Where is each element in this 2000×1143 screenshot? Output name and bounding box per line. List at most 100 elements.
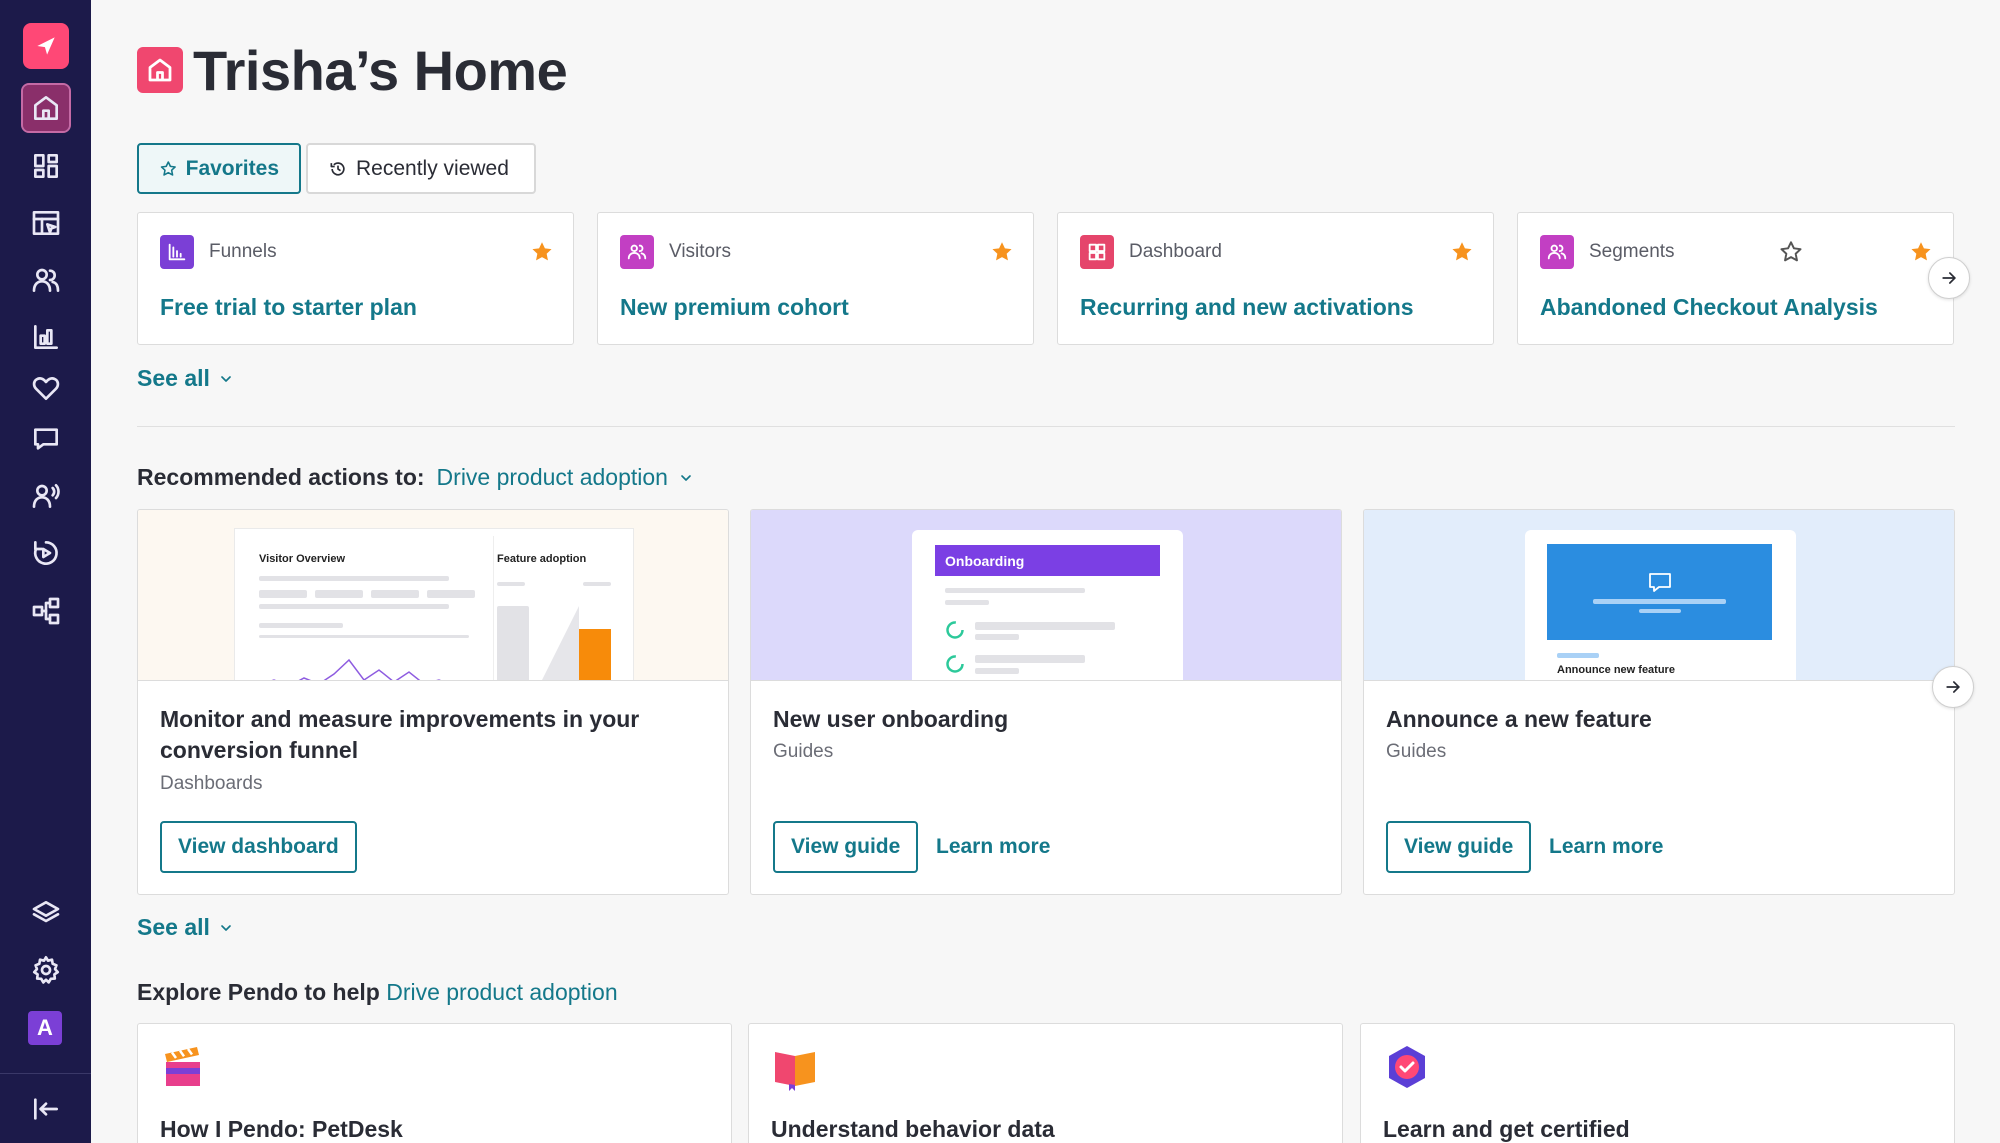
nav-people[interactable] [23,257,69,303]
feedback-voice-icon [32,484,60,508]
onboarding-preview-image: Onboarding [751,510,1341,681]
view-guide-button[interactable]: View guide [1386,821,1532,873]
nav-dashboards[interactable] [23,143,69,189]
preview-label: Visitor Overview [259,553,346,565]
chevron-down-icon [221,375,231,382]
visitors-icon [620,235,654,269]
recommendation-card: Visitor Overview Feature adoption Monito… [137,509,729,895]
star-filled-icon[interactable] [529,239,555,265]
favorite-card[interactable]: Visitors New premium cohort [597,212,1034,345]
explore-card-title: How I Pendo: PetDesk [160,1116,403,1142]
tab-label: Favorites [185,156,279,180]
nav-settings[interactable] [23,947,69,993]
pendo-logo-icon[interactable] [23,23,69,69]
chevron-down-icon [681,474,691,481]
product-pointer-icon [32,211,60,235]
recommended-next-button[interactable] [1932,666,1974,708]
segments-icon [1540,235,1574,269]
home-icon [34,96,58,120]
recommendation-category: Guides [1386,741,1447,762]
favorite-card[interactable]: Funnels Free trial to starter plan [137,212,574,345]
nav-guides[interactable] [23,416,69,462]
favorites-next-button[interactable] [1928,257,1970,299]
recommendation-title: New user onboarding [773,706,1009,732]
favorite-type: Segments [1589,241,1675,262]
explore-heading: Explore Pendo to help Drive product adop… [137,979,618,1006]
star-filled-icon[interactable] [989,239,1015,265]
home-title-icon [137,47,183,93]
goal-dropdown[interactable]: Drive product adoption [437,464,694,491]
favorite-type: Funnels [209,241,277,262]
collapse-sidebar-button[interactable] [23,1086,69,1132]
arrow-right-icon [1946,681,1960,693]
tab-favorites[interactable]: Favorites [137,143,301,194]
star-outline-icon[interactable] [1778,239,1804,265]
dashboard-grid-icon [33,154,58,178]
star-icon [160,160,176,176]
view-dashboard-button[interactable]: View dashboard [160,821,357,873]
people-icon [32,268,60,292]
explore-card[interactable]: Understand behavior data [748,1023,1343,1143]
nav-feedback[interactable] [23,473,69,519]
explore-goal-link[interactable]: Drive product adoption [386,979,617,1005]
favorite-title-link[interactable]: Recurring and new activations [1080,294,1414,321]
nav-analytics[interactable] [23,314,69,360]
preview-label: Onboarding [945,553,1025,569]
recommendation-title: Monitor and measure improvements in your… [160,706,640,763]
replay-icon [33,541,58,565]
explore-card-title: Learn and get certified [1383,1116,1630,1142]
bar-chart-icon [34,325,58,349]
star-filled-icon[interactable] [1449,239,1475,265]
favorite-type: Dashboard [1129,241,1222,262]
star-filled-icon[interactable] [1908,239,1934,265]
collapse-sidebar-icon [34,1098,58,1120]
account-avatar[interactable]: A [28,1011,62,1045]
recommendation-category: Dashboards [160,773,263,794]
learn-more-link[interactable]: Learn more [1549,835,1663,859]
chevron-down-icon [221,924,231,931]
favorite-title-link[interactable]: Free trial to starter plan [160,294,417,321]
see-all-label: See all [137,365,210,391]
announce-preview-image: Announce new feature [1364,510,1954,681]
nav-sentiment[interactable] [23,365,69,411]
nav-replay[interactable] [23,530,69,576]
dashboard-icon [1080,235,1114,269]
section-divider [137,426,1955,427]
preview-label: Feature adoption [497,553,587,565]
nav-home[interactable] [21,83,71,133]
goal-dropdown-label: Drive product adoption [436,464,668,490]
tab-label: Recently viewed [356,156,509,180]
explore-card[interactable]: Learn and get certified [1360,1023,1955,1143]
favorite-title-link[interactable]: New premium cohort [620,294,849,321]
sidebar-divider [0,1073,91,1074]
explore-card[interactable]: How I Pendo: PetDesk [137,1023,732,1143]
explore-card-title: Understand behavior data [771,1116,1055,1142]
page-title: Trisha’s Home [193,39,568,102]
book-icon [775,1052,815,1091]
nav-workflows[interactable] [23,588,69,634]
nav-integrations[interactable] [23,890,69,936]
favorites-see-all-link[interactable]: See all [137,365,234,392]
favorite-card[interactable]: Dashboard Recurring and new activations [1057,212,1494,345]
recommended-prefix: Recommended actions to: [137,464,425,490]
heart-icon [32,377,60,400]
message-icon [34,428,58,450]
explore-prefix: Explore Pendo to help [137,979,380,1005]
workflow-icon [32,597,60,625]
recommendation-title: Announce a new feature [1386,706,1652,732]
favorite-card[interactable]: Segments Abandoned Checkout Analysis [1517,212,1954,345]
learn-more-link[interactable]: Learn more [936,835,1050,859]
recommendation-category: Guides [773,741,834,762]
preview-label: Announce new feature [1557,664,1675,676]
favorite-type: Visitors [669,241,731,262]
recommended-heading: Recommended actions to: Drive product ad… [137,464,694,491]
recommended-see-all-link[interactable]: See all [137,914,234,941]
tab-recently-viewed[interactable]: Recently viewed [306,143,536,194]
nav-product[interactable] [23,200,69,246]
history-icon [330,161,345,176]
recommendation-card: Onboarding New user onboarding Guides Vi… [750,509,1342,895]
sidebar: A [0,0,91,1143]
view-guide-button[interactable]: View guide [773,821,919,873]
certified-badge-icon [1389,1046,1425,1088]
favorite-title-link[interactable]: Abandoned Checkout Analysis [1540,294,1878,321]
